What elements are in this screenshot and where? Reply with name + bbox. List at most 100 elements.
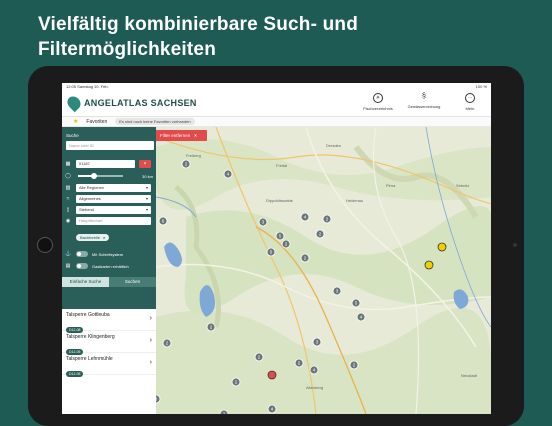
map-cluster-marker[interactable]: 4 (300, 212, 310, 222)
water-type-select[interactable]: Allgemeines ▾ (76, 195, 151, 203)
ticket-icon: ▤ (65, 263, 71, 269)
map-cluster-marker[interactable]: 2 (206, 322, 216, 332)
map-cluster-marker[interactable]: 2 (315, 229, 325, 239)
list-item[interactable]: Talsperre Klingenberg D12-05 › (62, 331, 156, 355)
region-select[interactable]: Alle Regionen ▾ (76, 184, 151, 192)
tab-simple-search[interactable]: Einfache Suche (62, 277, 109, 287)
favorites-bar: ★ Favoriten Es sind noch keine Favoriten… (62, 117, 491, 127)
search-tabs: Einfache Suche Suchen (62, 277, 156, 287)
map-cluster-marker[interactable]: 2 (322, 214, 332, 224)
chevron-right-icon: › (149, 359, 152, 366)
map-cluster-marker[interactable]: 2 (281, 239, 291, 249)
radius-icon: ◯ (65, 173, 71, 179)
lake-icon: ▯ (66, 207, 70, 213)
chip-row: Bachforelle × (62, 226, 156, 244)
clear-postal-button[interactable]: × (139, 160, 151, 168)
app-header: ANGELATLAS SACHSEN ☀ Fischverzeichnis § … (62, 90, 491, 117)
home-button[interactable] (37, 237, 53, 253)
result-name: Talsperre Lehnmühle (66, 356, 113, 362)
app-screen: 12:05 Samstag 10. Feb. 100 % ANGELATLAS … (62, 83, 491, 414)
remove-filter-label: Filter entfernen (160, 133, 191, 138)
chip-label: Bachforelle (80, 235, 101, 240)
map-icon: ▧ (65, 185, 71, 191)
guest-card-toggle[interactable] (76, 263, 88, 269)
map-place-label: Pirna (386, 183, 396, 188)
postal-code-field[interactable]: 01187 (76, 160, 135, 168)
map-cluster-marker[interactable]: 2 (254, 352, 264, 362)
map-cluster-marker[interactable]: 3 (258, 217, 268, 227)
battery-indicator: 100 % (475, 84, 487, 89)
radius-slider[interactable] (78, 173, 123, 179)
radius-slider-knob[interactable] (90, 173, 97, 179)
region-row: ▧ Alle Regionen ▾ (62, 182, 156, 194)
map-cluster-marker[interactable]: 4 (356, 312, 366, 322)
result-name: Talsperre Klingenberg (66, 334, 115, 340)
close-icon[interactable]: × (103, 235, 105, 240)
fish-icon: ◉ (65, 218, 71, 224)
map-place-label: Sebnitz (456, 183, 469, 188)
fish-row: ◉ Hauptfischart (62, 216, 156, 226)
slip-system-toggle[interactable] (76, 251, 88, 257)
water-kind-row: ▯ Stehend ▾ (62, 204, 156, 216)
tab-search[interactable]: Suchen (109, 277, 156, 287)
map-place-label: Dresden (326, 143, 341, 148)
map-cluster-marker[interactable]: 2 (300, 253, 310, 263)
toggle-label: Mit Schleifsystem (92, 251, 124, 257)
list-item[interactable]: Talsperre Gottleuba D12-08 › (62, 309, 156, 333)
map-cluster-marker[interactable]: 2 (181, 159, 191, 169)
toggle-row-2: ▤ Gastkarten erhältlich (62, 260, 156, 272)
radius-row: ◯ 30 km (62, 170, 156, 182)
map-place-label: Neustadt (461, 373, 478, 378)
result-id-badge: D12-05 (66, 371, 84, 377)
nav-label: Gewässerordnung (407, 104, 441, 109)
top-nav: ☀ Fischverzeichnis § Gewässerordnung ⋯ M… (363, 93, 485, 111)
logo-icon (64, 93, 84, 113)
brand-title: ANGELATLAS SACHSEN (84, 98, 197, 108)
water-kind-select[interactable]: Stehend ▾ (76, 206, 151, 214)
map-cluster-marker[interactable]: 3 (332, 286, 342, 296)
search-label: Suche (66, 133, 79, 138)
favorites-label[interactable]: Favoriten (86, 119, 107, 125)
map-cluster-marker[interactable]: 2 (294, 358, 304, 368)
map-cluster-marker[interactable]: 4 (309, 365, 319, 375)
water-type-row: ≈ Allgemeines ▾ (62, 194, 156, 204)
water-type-value: Allgemeines (79, 196, 101, 201)
map-cluster-marker[interactable]: 5 (351, 298, 361, 308)
map-cluster-marker[interactable]: 4 (223, 169, 233, 179)
favorites-empty-notice: Es sind noch keine Favoriten vorhanden (115, 118, 195, 125)
map-cluster-marker[interactable]: 5 (275, 231, 285, 241)
map-cluster-marker[interactable]: 6 (158, 216, 168, 226)
boat-icon: ⚓ (65, 251, 72, 257)
location-icon: ▦ (65, 161, 71, 167)
water-kind-value: Stehend (79, 207, 94, 212)
map-place-label: Freital (276, 163, 287, 168)
headline-line1: Vielfältig kombinierbare Such- und (38, 14, 359, 35)
map-cluster-marker[interactable]: 2 (349, 360, 359, 370)
map-cluster-marker[interactable]: 5 (266, 247, 276, 257)
star-icon: ★ (73, 119, 79, 125)
remove-filter-button[interactable]: Filter entfernen × (156, 130, 207, 141)
map-cluster-marker[interactable]: 4 (267, 404, 277, 414)
result-name: Talsperre Gottleuba (66, 312, 110, 318)
nav-more[interactable]: ⋯ Mehr (455, 93, 485, 111)
chevron-right-icon: › (149, 315, 152, 322)
fish-input[interactable]: Hauptfischart (76, 217, 151, 225)
close-icon: × (194, 133, 197, 138)
nav-fish-directory[interactable]: ☀ Fischverzeichnis (363, 93, 393, 111)
map-canvas[interactable]: 2463525422235432242243222 FreibergDippol… (156, 127, 491, 414)
map-place-label: Freiberg (186, 153, 201, 158)
fish-filter-chip[interactable]: Bachforelle × (76, 234, 110, 241)
map-view[interactable]: 2463525422235432242243222 FreibergDippol… (156, 127, 491, 414)
map-cluster-marker[interactable]: 2 (162, 338, 172, 348)
nav-water-rules[interactable]: § Gewässerordnung (407, 93, 441, 111)
search-input[interactable]: Name oder ID (66, 141, 154, 150)
list-item[interactable]: Talsperre Lehnmühle D12-05 › (62, 353, 156, 377)
map-cluster-marker[interactable]: 2 (231, 377, 241, 387)
radius-value: 30 km (142, 173, 153, 179)
map-place-label: Altenberg (306, 385, 323, 390)
headline-line2: Filtermöglichkeiten (38, 39, 217, 60)
results-list: Talsperre Gottleuba D12-08 › Talsperre K… (62, 309, 156, 414)
map-cluster-marker[interactable]: 3 (312, 337, 322, 347)
fish-icon: ☀ (373, 93, 383, 103)
map-place-label: Heidenau (346, 198, 363, 203)
